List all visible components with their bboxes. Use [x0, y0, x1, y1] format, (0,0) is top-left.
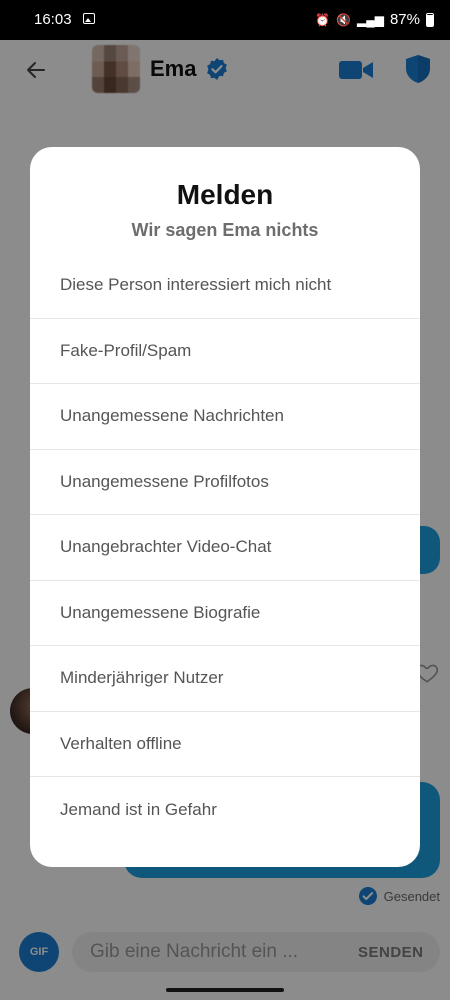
battery-percent: 87% — [389, 11, 420, 28]
report-reason-biography[interactable]: Unangemessene Biografie — [30, 581, 420, 646]
report-reason-inappropriate-messages[interactable]: Unangemessene Nachrichten — [30, 384, 420, 450]
signal-icon: ▂▄▆ — [357, 12, 384, 27]
alarm-icon: ⏰ — [315, 12, 331, 27]
report-reason-underage[interactable]: Minderjähriger Nutzer — [30, 646, 420, 712]
report-reason-inappropriate-photos[interactable]: Unangemessene Profilfotos — [30, 450, 420, 515]
report-reason-in-danger[interactable]: Jemand ist in Gefahr — [30, 777, 420, 843]
status-time: 16:03 — [34, 11, 72, 28]
mute-icon: 🔇 — [336, 12, 351, 27]
image-notification-icon — [83, 13, 95, 24]
report-reason-list: Diese Person interessiert mich nicht Fak… — [30, 253, 420, 843]
report-reason-not-interested[interactable]: Diese Person interessiert mich nicht — [30, 253, 420, 319]
dialog-subtitle: Wir sagen Ema nichts — [131, 220, 319, 240]
report-dialog: Melden Wir sagen Ema nichts Diese Person… — [30, 147, 420, 867]
report-reason-video-chat[interactable]: Unangebrachter Video-Chat — [30, 515, 420, 581]
status-icons: ⏰ 🔇 ▂▄▆ 87% — [315, 11, 434, 28]
report-reason-fake-profile[interactable]: Fake-Profil/Spam — [30, 319, 420, 384]
battery-icon — [426, 12, 434, 27]
status-bar: 16:03 ⏰ 🔇 ▂▄▆ 87% — [0, 0, 450, 40]
report-reason-offline-behavior[interactable]: Verhalten offline — [30, 712, 420, 777]
dialog-title: Melden — [176, 179, 274, 210]
